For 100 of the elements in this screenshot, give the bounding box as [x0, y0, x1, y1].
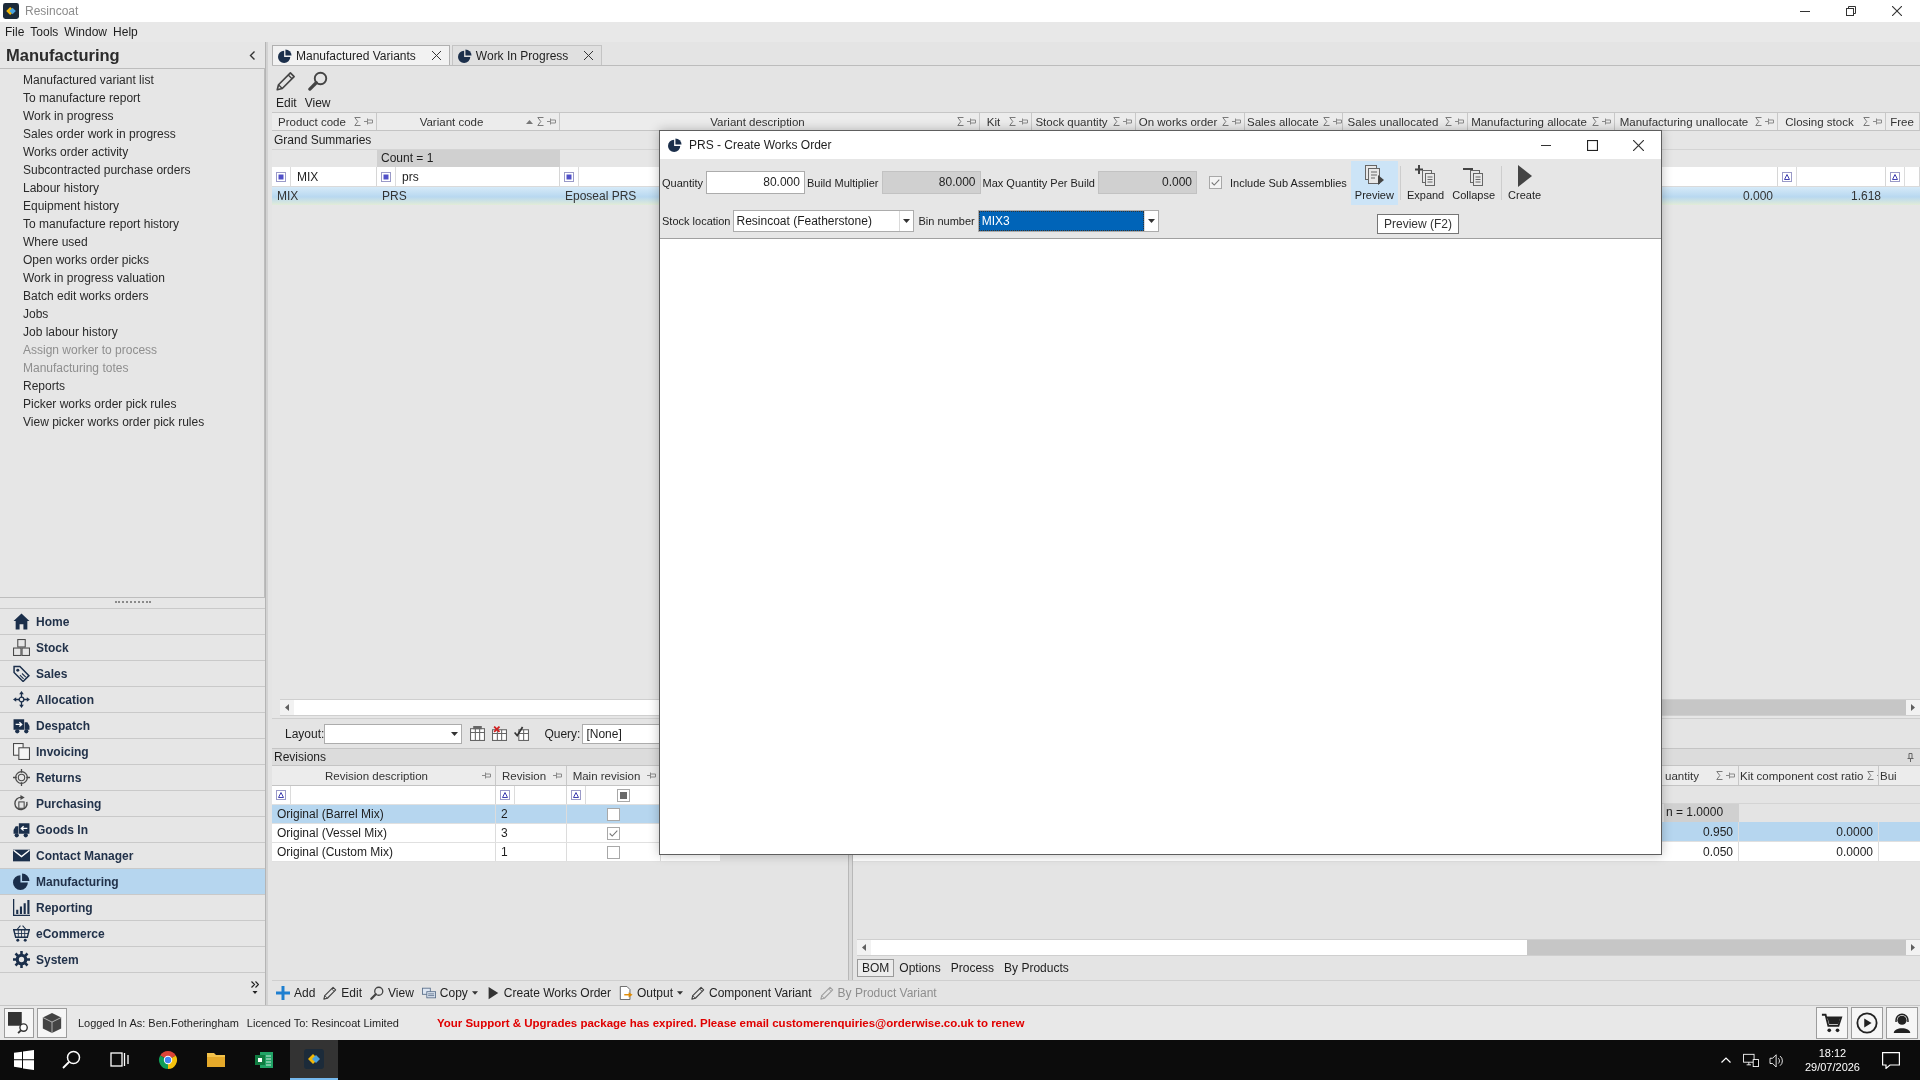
sidebar-link[interactable]: Open works order picks: [23, 252, 150, 268]
checkbox[interactable]: [607, 845, 620, 859]
pin-icon[interactable]: [1019, 118, 1028, 125]
document-tab[interactable]: Work In Progress: [451, 45, 603, 65]
checkbox[interactable]: [1209, 176, 1222, 189]
toolbar-button[interactable]: Collapse: [1448, 160, 1500, 205]
scroll-left-icon[interactable]: [285, 704, 289, 711]
column-header[interactable]: Free: [1886, 113, 1920, 130]
pin-icon[interactable]: [1765, 118, 1774, 125]
network-icon[interactable]: [1742, 1053, 1759, 1067]
pin-icon[interactable]: [364, 118, 373, 125]
close-icon[interactable]: [1632, 139, 1644, 151]
tab[interactable]: Process: [945, 959, 1000, 977]
pin-icon[interactable]: [647, 772, 656, 779]
pin-icon[interactable]: [1907, 752, 1914, 762]
more-chevron-icon[interactable]: [251, 981, 259, 994]
status-button[interactable]: [1886, 1007, 1918, 1039]
filter-text-icon[interactable]: [1890, 171, 1900, 182]
filter-field[interactable]: prs: [377, 167, 560, 186]
column-header[interactable]: uantity: [1664, 766, 1739, 785]
caret-icon[interactable]: [903, 219, 911, 223]
scroll-right-icon[interactable]: [1911, 944, 1915, 951]
filter-text-icon[interactable]: [500, 790, 510, 800]
sidebar-link[interactable]: Labour history: [23, 180, 100, 196]
clock-time[interactable]: 18:12: [1818, 1046, 1847, 1060]
sum-icon[interactable]: [1716, 771, 1723, 780]
status-button[interactable]: [1851, 1007, 1883, 1039]
sidebar-link[interactable]: Reports: [23, 378, 66, 394]
speaker-icon[interactable]: [1768, 1053, 1785, 1067]
sidebar-link[interactable]: Jobs: [23, 306, 49, 322]
status-button[interactable]: [1816, 1007, 1848, 1039]
maximize-icon[interactable]: [1586, 139, 1598, 151]
column-header[interactable]: Variant code: [377, 113, 560, 130]
filter-equals-icon[interactable]: [276, 171, 286, 182]
number-field[interactable]: 80.000: [705, 171, 805, 194]
checkbox[interactable]: [607, 807, 620, 821]
menu-item[interactable]: File: [2, 24, 28, 40]
sidebar-link[interactable]: Work in progress valuation: [23, 270, 165, 286]
checkbox[interactable]: [607, 826, 620, 840]
toolbar-button[interactable]: Create: [1504, 160, 1546, 205]
sidebar-link[interactable]: Where used: [23, 234, 88, 250]
menu-item[interactable]: Tools: [27, 24, 62, 40]
sum-icon[interactable]: [1222, 117, 1229, 126]
column-header[interactable]: Closing stock: [1778, 113, 1886, 130]
sidebar-link[interactable]: Picker works order pick rules: [23, 396, 177, 412]
browser-icon[interactable]: [158, 1050, 178, 1070]
windows-logo-icon[interactable]: [14, 1050, 34, 1070]
table-row[interactable]: Original (Custom Mix) 1: [272, 843, 720, 862]
tab[interactable]: Options: [894, 959, 946, 977]
task-view-icon[interactable]: [110, 1050, 130, 1070]
column-header[interactable]: Bui: [1879, 766, 1920, 785]
save-layout-icon[interactable]: [470, 726, 486, 741]
pin-icon[interactable]: [1602, 118, 1611, 125]
minimize-icon[interactable]: [1800, 10, 1810, 12]
nav-button[interactable]: Manufacturing: [0, 868, 265, 894]
sum-icon[interactable]: [1755, 117, 1762, 126]
pin-icon[interactable]: [1332, 118, 1342, 125]
folder-icon[interactable]: [206, 1050, 226, 1070]
menu-item[interactable]: Help: [110, 24, 141, 40]
sidebar-link[interactable]: Batch edit works orders: [23, 288, 149, 304]
filter-checkbox[interactable]: [616, 788, 630, 802]
taskbar-button[interactable]: [290, 1040, 338, 1080]
scroll-right-icon[interactable]: [1911, 704, 1915, 711]
speech-bubble-icon[interactable]: [1882, 1051, 1900, 1069]
pin-icon[interactable]: [967, 118, 976, 125]
pin-icon[interactable]: [1455, 118, 1464, 125]
search-icon[interactable]: [62, 1050, 82, 1070]
document-tab[interactable]: Manufactured Variants: [272, 45, 450, 65]
sidebar-link[interactable]: Work in progress: [23, 108, 114, 124]
sidebar-link[interactable]: View picker works order pick rules: [23, 414, 205, 430]
caret-icon[interactable]: [677, 991, 684, 995]
pin-icon[interactable]: [547, 118, 556, 125]
toolbar-button[interactable]: View: [370, 986, 414, 1000]
pin-icon[interactable]: [482, 772, 491, 779]
menu-item[interactable]: Window: [61, 24, 111, 40]
filter-text-icon[interactable]: [276, 790, 286, 800]
sum-icon[interactable]: [537, 117, 544, 126]
horizontal-scrollbar[interactable]: [857, 939, 1920, 956]
column-header[interactable]: Revision description: [272, 766, 496, 785]
pin-icon[interactable]: [553, 772, 562, 779]
apply-layout-icon[interactable]: [514, 726, 530, 741]
sum-icon[interactable]: [354, 117, 361, 126]
tab[interactable]: BOM: [857, 959, 895, 977]
view-button[interactable]: View: [303, 71, 332, 110]
pin-icon[interactable]: [1123, 118, 1132, 125]
filter-equals-icon[interactable]: [381, 171, 391, 182]
sidebar-link[interactable]: Manufactured variant list: [23, 72, 154, 88]
toolbar-button[interactable]: Preview: [1350, 160, 1398, 205]
sum-icon[interactable]: [1009, 117, 1016, 126]
sum-icon[interactable]: [1592, 117, 1599, 126]
filter-text-icon[interactable]: [1782, 171, 1792, 182]
sum-icon[interactable]: [1445, 117, 1452, 126]
toolbar-button[interactable]: Add: [276, 986, 316, 1000]
sidebar-link[interactable]: To manufacture report: [23, 90, 141, 106]
column-header[interactable]: Product code: [272, 113, 377, 130]
checkbox-label[interactable]: Include Sub Assemblies: [1230, 176, 1347, 189]
column-header[interactable]: Revision: [496, 766, 567, 785]
sidebar-link[interactable]: To manufacture report history: [23, 216, 180, 232]
clock-date[interactable]: 29/07/2026: [1804, 1060, 1860, 1074]
sidebar-link[interactable]: Sales order work in progress: [23, 126, 176, 142]
